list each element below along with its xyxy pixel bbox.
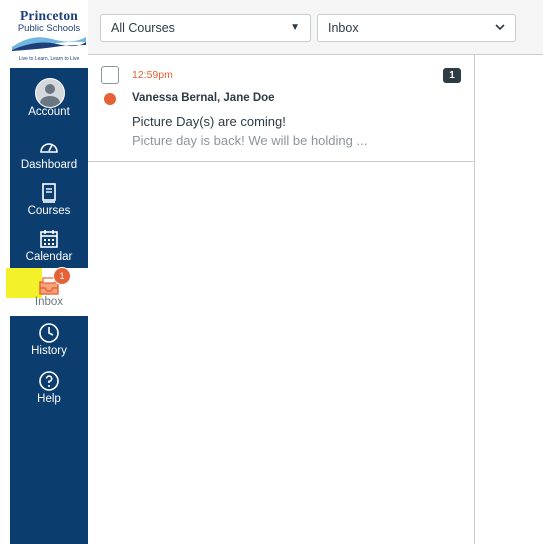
- account-avatar-icon: [35, 78, 65, 108]
- dashboard-gauge-icon: [40, 143, 58, 153]
- message-row[interactable]: 12:59pm 1 Vanessa Bernal, Jane Doe Pictu…: [88, 55, 474, 162]
- nav-item-history[interactable]: History: [10, 321, 88, 367]
- nav-label-inbox: Inbox: [34, 296, 64, 308]
- nav-label-calendar: Calendar: [25, 251, 73, 263]
- logo-line1: Princeton: [19, 8, 79, 23]
- nav-label-dashboard: Dashboard: [20, 159, 78, 171]
- course-filter-value: All Courses: [111, 21, 175, 35]
- mailbox-filter-select[interactable]: Inbox: [317, 14, 516, 42]
- message-time: 12:59pm: [132, 69, 173, 81]
- mailbox-filter-value: Inbox: [328, 21, 359, 35]
- nav-label-account: Account: [28, 106, 70, 118]
- nav-item-inbox[interactable]: 1 Inbox: [6, 267, 88, 316]
- course-filter-select[interactable]: All Courses ▼: [100, 14, 311, 42]
- message-select-checkbox[interactable]: [101, 66, 119, 84]
- message-list: 12:59pm 1 Vanessa Bernal, Jane Doe Pictu…: [88, 55, 475, 544]
- nav-item-courses[interactable]: Courses: [10, 181, 88, 227]
- inbox-unread-badge: 1: [53, 267, 71, 285]
- message-preview: Picture day is back! We will be holding …: [132, 133, 368, 148]
- inbox-toolbar: All Courses ▼ Inbox: [88, 0, 543, 55]
- nav-item-dashboard[interactable]: Dashboard: [10, 135, 88, 181]
- chevron-down-icon: [495, 22, 505, 32]
- nav-label-help: Help: [37, 393, 61, 405]
- logo-swoosh-icon: [12, 37, 86, 51]
- nav-item-account[interactable]: Account: [10, 78, 88, 128]
- book-icon: [42, 183, 56, 203]
- district-logo[interactable]: Princeton Public Schools Live to Learn, …: [10, 0, 88, 68]
- message-subject: Picture Day(s) are coming!: [132, 114, 286, 129]
- logo-tagline: Live to Learn, Learn to Live: [18, 56, 80, 62]
- caret-down-icon: ▼: [290, 22, 300, 33]
- nav-item-calendar[interactable]: Calendar: [10, 227, 88, 273]
- message-participants: Vanessa Bernal, Jane Doe: [132, 92, 275, 104]
- message-count-badge: 1: [443, 68, 461, 83]
- unread-dot-icon[interactable]: [104, 93, 116, 105]
- nav-item-help[interactable]: Help: [10, 369, 88, 415]
- question-icon: [39, 371, 59, 391]
- nav-label-courses: Courses: [27, 205, 71, 217]
- global-nav: Princeton Public Schools Live to Learn, …: [6, 0, 88, 544]
- clock-icon: [39, 323, 59, 343]
- calendar-icon: [40, 230, 58, 248]
- nav-label-history: History: [31, 345, 67, 357]
